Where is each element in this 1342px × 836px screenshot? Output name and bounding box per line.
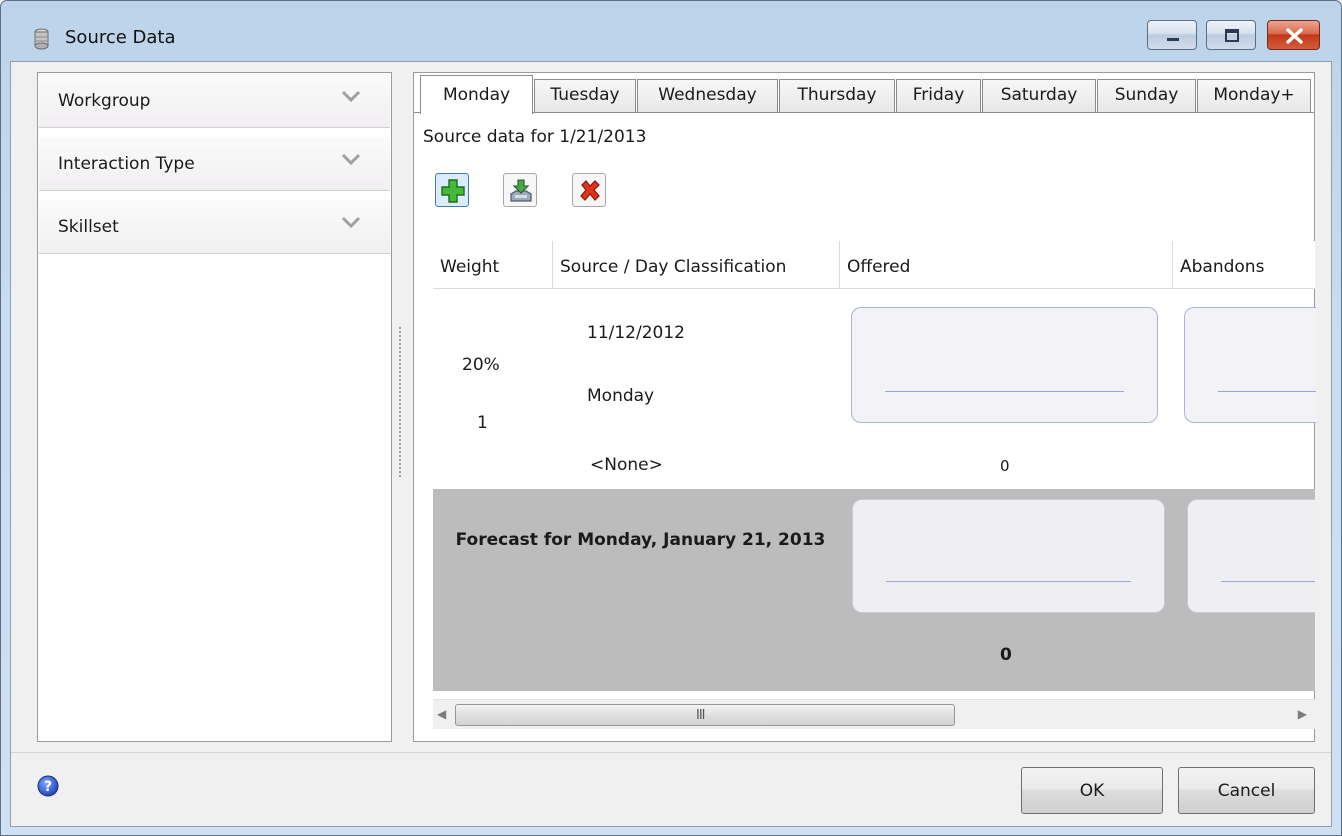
source-day-value: Monday (587, 386, 655, 406)
window-title: Source Data (65, 27, 176, 48)
chevron-down-icon (342, 90, 360, 102)
scroll-left-icon[interactable]: ◀ (437, 707, 446, 721)
add-icon (441, 179, 465, 203)
forecast-title: Forecast for Monday, January 21, 2013 (455, 530, 826, 550)
ok-button[interactable]: OK (1021, 767, 1163, 814)
accordion-item-label: Skillset (58, 217, 119, 237)
forecast-offered-value: 0 (1000, 645, 1012, 665)
title-bar[interactable]: Source Data (1, 1, 1341, 61)
accordion-item-skillset[interactable]: Skillset (39, 200, 390, 254)
column-header-offered[interactable]: Offered (840, 241, 1173, 289)
accordion-item-workgroup[interactable]: Workgroup (39, 74, 390, 128)
close-button[interactable] (1267, 20, 1320, 50)
dialog-client-area: Workgroup Interaction Type Skillset Mond… (10, 61, 1332, 827)
filter-panel: Workgroup Interaction Type Skillset (37, 72, 392, 742)
accordion-item-label: Interaction Type (58, 154, 195, 174)
footer-divider (11, 752, 1331, 753)
column-header-source[interactable]: Source / Day Classification (553, 241, 840, 289)
delete-icon (580, 180, 600, 201)
minimize-button[interactable] (1147, 20, 1197, 50)
delete-source-button[interactable] (572, 173, 606, 207)
grid-header: Weight Source / Day Classification Offer… (433, 241, 1315, 289)
tab-tuesday[interactable]: Tuesday (534, 79, 636, 113)
maximize-button[interactable] (1206, 20, 1256, 50)
abandons-sparkline (1184, 307, 1316, 423)
import-icon (510, 179, 532, 202)
tab-thursday[interactable]: Thursday (779, 79, 895, 113)
tab-sunday[interactable]: Sunday (1097, 79, 1196, 113)
tab-monday-plus[interactable]: Monday+ (1197, 79, 1311, 113)
source-date-value: 11/12/2012 (587, 323, 685, 343)
chevron-down-icon (342, 216, 360, 228)
tab-divider (414, 112, 1314, 113)
column-header-abandons[interactable]: Abandons (1173, 241, 1315, 289)
tab-wednesday[interactable]: Wednesday (637, 79, 778, 113)
tab-friday[interactable]: Friday (896, 79, 981, 113)
scrollbar-thumb[interactable]: III (455, 704, 955, 726)
day-classification-value[interactable]: <None> (590, 455, 663, 475)
chevron-down-icon (342, 153, 360, 165)
import-source-button[interactable] (503, 173, 537, 207)
offered-value: 0 (1000, 457, 1010, 475)
minimize-icon (1167, 38, 1179, 41)
weight-value[interactable]: 20% (462, 355, 500, 375)
svg-text:?: ? (44, 779, 52, 795)
add-source-button[interactable] (435, 173, 469, 207)
maximize-icon (1225, 29, 1239, 42)
source-date-label: Source data for 1/21/2013 (423, 127, 647, 147)
source-data-panel: Monday Tuesday Wednesday Thursday Friday… (413, 72, 1316, 742)
close-icon (1286, 28, 1303, 44)
source-data-window: Source Data Workgroup Interaction Type S… (0, 0, 1342, 836)
help-icon[interactable]: ? (37, 775, 59, 797)
cancel-button[interactable]: Cancel (1178, 767, 1315, 814)
tab-monday[interactable]: Monday (420, 75, 533, 114)
scroll-right-icon[interactable]: ▶ (1298, 707, 1307, 721)
panel-splitter[interactable] (399, 327, 401, 477)
scrollbar-grip: III (696, 708, 705, 723)
rank-value: 1 (477, 413, 488, 433)
forecast-abandons-sparkline (1187, 499, 1315, 613)
column-header-weight[interactable]: Weight (433, 241, 553, 289)
offered-sparkline (851, 307, 1158, 423)
forecast-offered-sparkline (852, 499, 1165, 613)
accordion-item-interaction-type[interactable]: Interaction Type (39, 137, 390, 191)
tab-saturday[interactable]: Saturday (982, 79, 1096, 113)
accordion-item-label: Workgroup (58, 91, 151, 111)
horizontal-scrollbar[interactable]: ◀ III ▶ (433, 699, 1315, 729)
forecast-row: Forecast for Monday, January 21, 2013 0 (433, 489, 1315, 691)
database-icon (34, 28, 49, 50)
